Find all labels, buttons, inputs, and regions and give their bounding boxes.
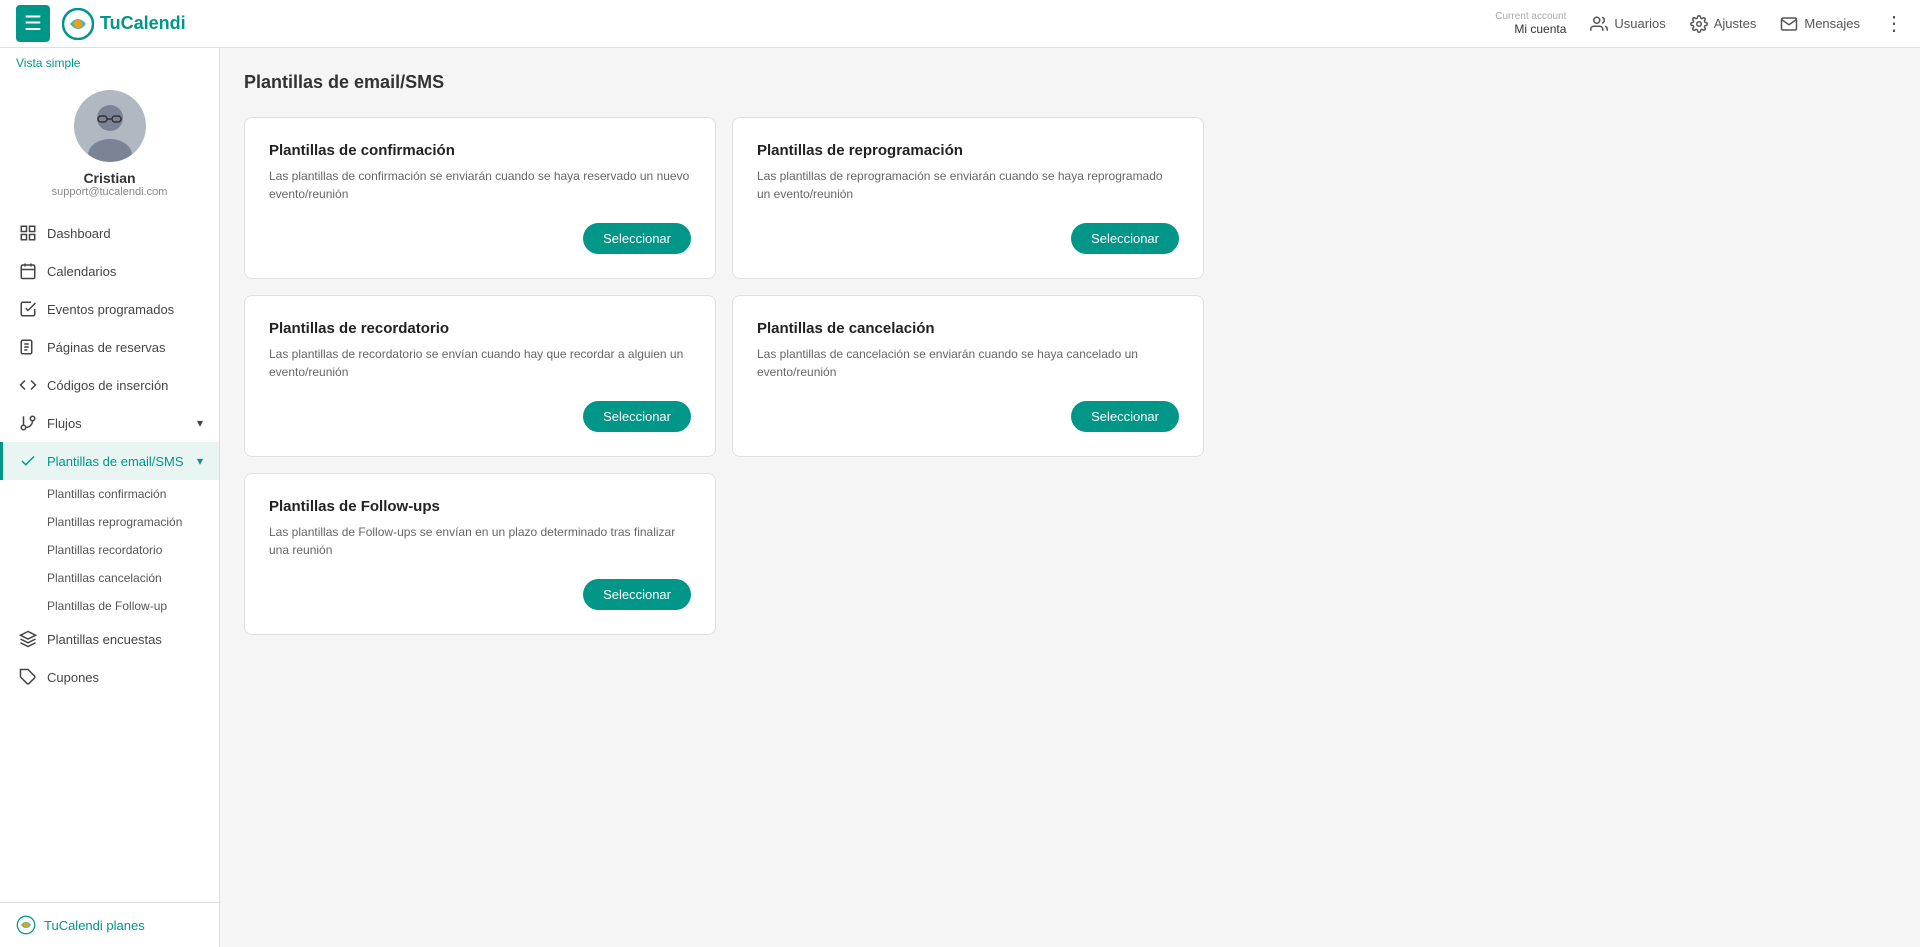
plans-logo-icon	[16, 915, 36, 935]
plantillas-arrow-icon: ▾	[197, 454, 203, 468]
sidebar-item-encuestas[interactable]: Plantillas encuestas	[0, 620, 219, 658]
sidebar-subitem-cancelacion[interactable]: Plantillas cancelación	[0, 564, 219, 592]
hamburger-button[interactable]: ☰	[16, 5, 50, 42]
sidebar-item-calendarios[interactable]: Calendarios	[0, 252, 219, 290]
sidebar-item-eventos-label: Eventos programados	[47, 302, 174, 317]
check-icon	[19, 452, 37, 470]
sidebar-bottom: TuCalendi planes	[0, 902, 219, 947]
sidebar-subitem-confirmacion[interactable]: Plantillas confirmación	[0, 480, 219, 508]
card-reprogramacion-btn[interactable]: Seleccionar	[1071, 223, 1179, 254]
layers-icon	[19, 630, 37, 648]
file-icon	[19, 338, 37, 356]
current-account-label: Current account	[1495, 11, 1566, 22]
card-cancelacion-title: Plantillas de cancelación	[757, 320, 1179, 337]
card-confirmacion-btn[interactable]: Seleccionar	[583, 223, 691, 254]
sidebar-nav: Dashboard Calendarios Eventos programado…	[0, 214, 219, 902]
card-recordatorio: Plantillas de recordatorio Las plantilla…	[244, 295, 716, 457]
calendar-icon	[19, 262, 37, 280]
sidebar: Vista simple Cristian support@tucalendi.…	[0, 48, 220, 947]
card-followup: Plantillas de Follow-ups Las plantillas …	[244, 473, 716, 635]
sidebar-item-encuestas-label: Plantillas encuestas	[47, 632, 162, 647]
card-followup-title: Plantillas de Follow-ups	[269, 498, 691, 515]
mensajes-icon	[1780, 15, 1798, 33]
card-cancelacion-desc: Las plantillas de cancelación se enviará…	[757, 345, 1179, 381]
check-square-icon	[19, 300, 37, 318]
tag-icon	[19, 668, 37, 686]
card-confirmacion: Plantillas de confirmación Las plantilla…	[244, 117, 716, 279]
sidebar-user-name: Cristian	[83, 170, 135, 186]
account-name[interactable]: Mi cuenta	[1514, 22, 1566, 36]
main-content: Plantillas de email/SMS Plantillas de co…	[220, 48, 1920, 947]
logo: TuCalendi	[62, 8, 186, 40]
card-reprogramacion: Plantillas de reprogramación Las plantil…	[732, 117, 1204, 279]
vista-simple-link[interactable]: Vista simple	[0, 48, 219, 78]
logo-text: TuCalendi	[100, 13, 186, 34]
sidebar-item-flujos[interactable]: Flujos ▾	[0, 404, 219, 442]
card-recordatorio-desc: Las plantillas de recordatorio se envían…	[269, 345, 691, 381]
sidebar-subitem-reprogramacion[interactable]: Plantillas reprogramación	[0, 508, 219, 536]
card-confirmacion-title: Plantillas de confirmación	[269, 142, 691, 159]
sidebar-item-cupones-label: Cupones	[47, 670, 99, 685]
sidebar-item-dashboard[interactable]: Dashboard	[0, 214, 219, 252]
git-branch-icon	[19, 414, 37, 432]
usuarios-nav-item[interactable]: Usuarios	[1590, 15, 1665, 33]
sidebar-item-flujos-label: Flujos	[47, 416, 82, 431]
sidebar-item-eventos[interactable]: Eventos programados	[0, 290, 219, 328]
topnav: ☰ TuCalendi Current account Mi cuenta Us…	[0, 0, 1920, 48]
mensajes-label: Mensajes	[1804, 16, 1860, 31]
card-followup-desc: Las plantillas de Follow-ups se envían e…	[269, 523, 691, 559]
avatar-image	[74, 90, 146, 162]
sidebar-item-paginas[interactable]: Páginas de reservas	[0, 328, 219, 366]
topnav-right: Current account Mi cuenta Usuarios Ajust…	[1495, 11, 1904, 36]
sidebar-profile: Cristian support@tucalendi.com	[0, 78, 219, 214]
code-icon	[19, 376, 37, 394]
flujos-arrow-icon: ▾	[197, 416, 203, 430]
card-cancelacion-btn[interactable]: Seleccionar	[1071, 401, 1179, 432]
card-cancelacion: Plantillas de cancelación Las plantillas…	[732, 295, 1204, 457]
layout: Vista simple Cristian support@tucalendi.…	[0, 48, 1920, 947]
sidebar-item-paginas-label: Páginas de reservas	[47, 340, 166, 355]
topnav-account: Current account Mi cuenta	[1495, 11, 1566, 36]
sidebar-item-dashboard-label: Dashboard	[47, 226, 111, 241]
logo-icon	[62, 8, 94, 40]
ajustes-nav-item[interactable]: Ajustes	[1690, 15, 1757, 33]
usuarios-icon	[1590, 15, 1608, 33]
grid-icon	[19, 224, 37, 242]
card-reprogramacion-title: Plantillas de reprogramación	[757, 142, 1179, 159]
sidebar-item-codigos-label: Códigos de inserción	[47, 378, 168, 393]
card-confirmacion-desc: Las plantillas de confirmación se enviar…	[269, 167, 691, 203]
page-title: Plantillas de email/SMS	[244, 72, 1896, 93]
sidebar-item-calendarios-label: Calendarios	[47, 264, 116, 279]
topnav-left: ☰ TuCalendi	[16, 5, 186, 42]
plans-label: TuCalendi planes	[44, 918, 145, 933]
sidebar-item-plantillas[interactable]: Plantillas de email/SMS ▾	[0, 442, 219, 480]
card-followup-btn[interactable]: Seleccionar	[583, 579, 691, 610]
usuarios-label: Usuarios	[1614, 16, 1665, 31]
sidebar-user-email: support@tucalendi.com	[52, 186, 168, 198]
cards-grid: Plantillas de confirmación Las plantilla…	[244, 117, 1204, 635]
tucalendi-planes-link[interactable]: TuCalendi planes	[16, 915, 203, 935]
sidebar-subitem-recordatorio[interactable]: Plantillas recordatorio	[0, 536, 219, 564]
more-button[interactable]: ⋮	[1884, 11, 1904, 36]
card-reprogramacion-desc: Las plantillas de reprogramación se envi…	[757, 167, 1179, 203]
card-recordatorio-title: Plantillas de recordatorio	[269, 320, 691, 337]
sidebar-subitem-followup[interactable]: Plantillas de Follow-up	[0, 592, 219, 620]
sidebar-item-cupones[interactable]: Cupones	[0, 658, 219, 696]
sidebar-item-codigos[interactable]: Códigos de inserción	[0, 366, 219, 404]
avatar	[74, 90, 146, 162]
mensajes-nav-item[interactable]: Mensajes	[1780, 15, 1860, 33]
ajustes-label: Ajustes	[1714, 16, 1757, 31]
card-recordatorio-btn[interactable]: Seleccionar	[583, 401, 691, 432]
sidebar-item-plantillas-label: Plantillas de email/SMS	[47, 454, 184, 469]
ajustes-icon	[1690, 15, 1708, 33]
